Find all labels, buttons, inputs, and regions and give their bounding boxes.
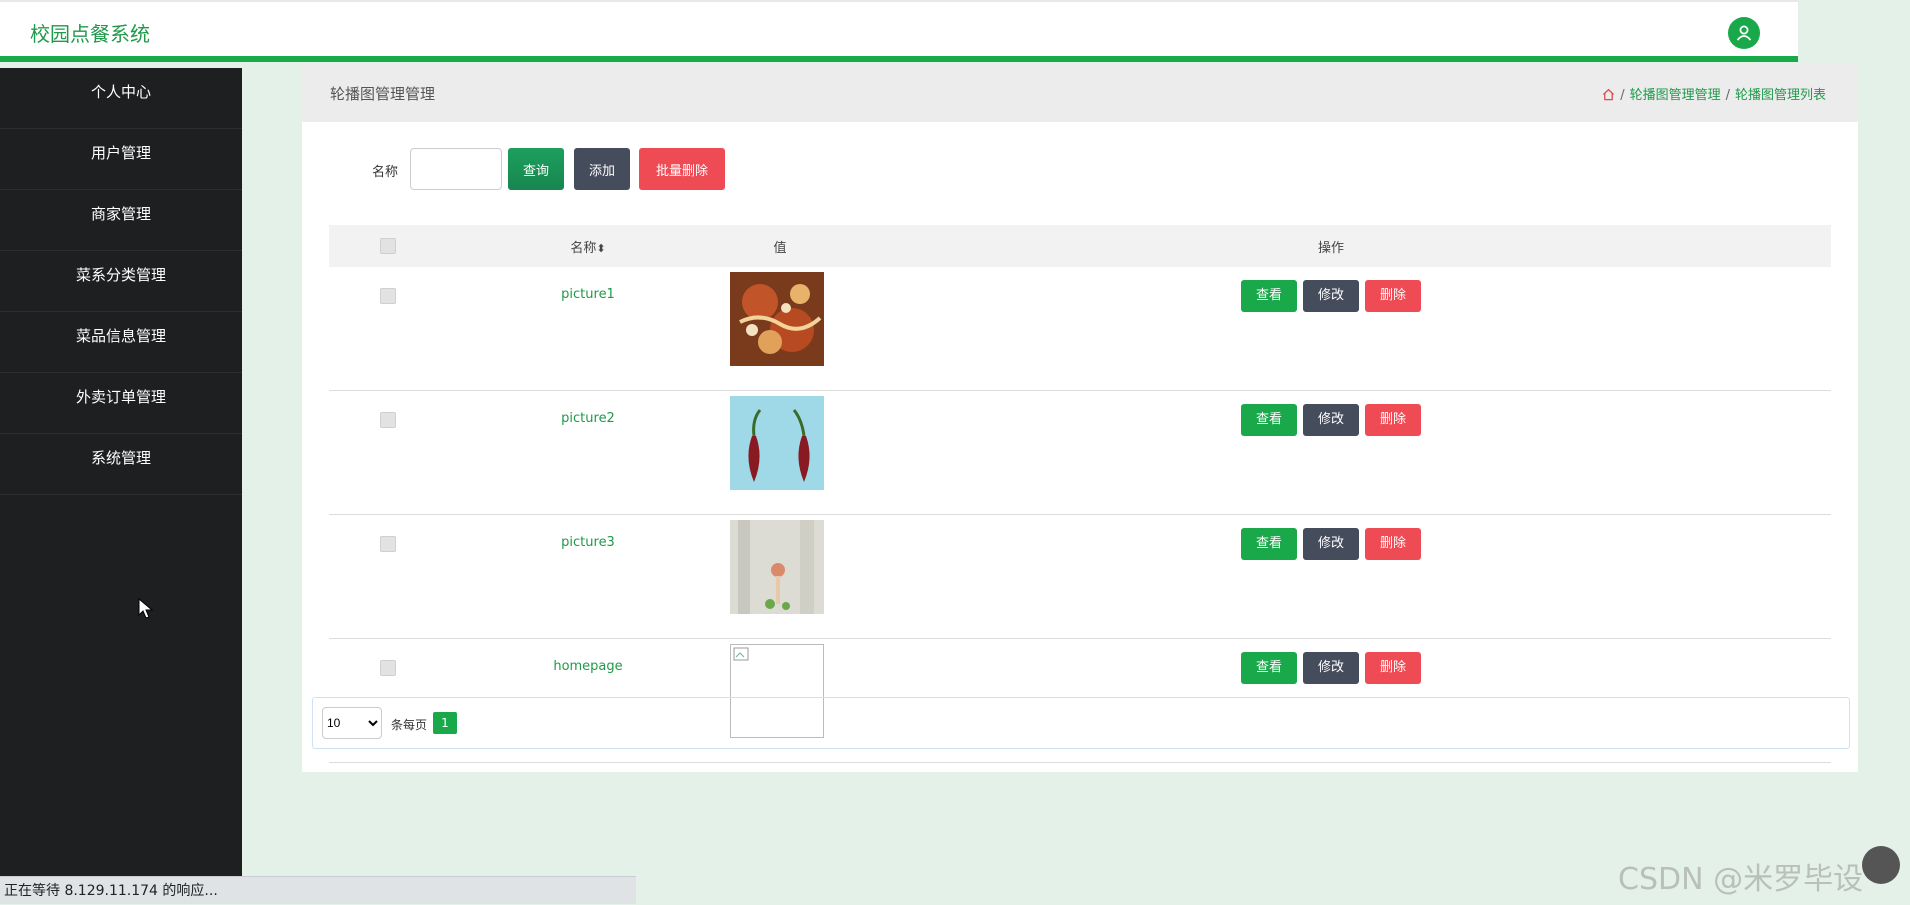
pagination: 10 条每页 1 [312, 697, 1850, 749]
top-bar: 校园点餐系统 [0, 0, 1798, 62]
sidebar-item-merchant-management[interactable]: 商家管理 [0, 190, 242, 251]
row-checkbox[interactable] [380, 660, 396, 676]
mouse-cursor-icon [138, 597, 154, 624]
table-row: picture3 查看 修改 删除 [329, 514, 1831, 639]
sidebar-item-cuisine-category[interactable]: 菜系分类管理 [0, 251, 242, 312]
row-checkbox-cell [329, 390, 447, 515]
row-name: picture2 [447, 390, 729, 515]
page-title: 轮播图管理管理 [330, 85, 436, 103]
row-checkbox-cell [329, 514, 447, 639]
sidebar-item-user-management[interactable]: 用户管理 [0, 129, 242, 190]
edit-button[interactable]: 修改 [1303, 280, 1359, 312]
edit-button[interactable]: 修改 [1303, 404, 1359, 436]
sidebar: 个人中心 用户管理 商家管理 菜系分类管理 菜品信息管理 外卖订单管理 系统管理 [0, 68, 242, 904]
delete-button[interactable]: 删除 [1365, 404, 1421, 436]
app-title: 校园点餐系统 [30, 22, 150, 46]
delete-button[interactable]: 删除 [1365, 528, 1421, 560]
delete-button[interactable]: 删除 [1365, 652, 1421, 684]
batch-delete-button[interactable]: 批量删除 [639, 148, 725, 190]
row-image-cell [729, 267, 831, 391]
sort-icon[interactable]: ⬍ [596, 242, 605, 255]
view-button[interactable]: 查看 [1241, 652, 1297, 684]
edit-button[interactable]: 修改 [1303, 528, 1359, 560]
edit-button[interactable]: 修改 [1303, 652, 1359, 684]
dessert-icon[interactable] [730, 520, 824, 614]
home-icon[interactable] [1602, 88, 1615, 105]
delete-button[interactable]: 删除 [1365, 280, 1421, 312]
row-actions: 查看 修改 删除 [831, 267, 1831, 391]
table-row: picture1 查看 修改 删除 [329, 267, 1831, 391]
add-button[interactable]: 添加 [574, 148, 630, 190]
table-row: picture2 查看 修改 删除 [329, 390, 1831, 515]
sidebar-item-system-management[interactable]: 系统管理 [0, 434, 242, 495]
row-checkbox[interactable] [380, 288, 396, 304]
row-name: picture1 [447, 267, 729, 391]
view-button[interactable]: 查看 [1241, 404, 1297, 436]
chili-icon[interactable] [730, 396, 824, 490]
browser-status-bar: 正在等待 8.129.11.174 的响应... [0, 876, 636, 904]
top-right-background [1798, 0, 1910, 62]
sidebar-item-takeout-orders[interactable]: 外卖订单管理 [0, 373, 242, 434]
row-actions: 查看 修改 删除 [831, 390, 1831, 515]
carousel-table: 名称⬍ 值 操作 picture1 查看 修改 删除 picture2 查看 修… [329, 225, 1831, 763]
breadcrumb-item-list[interactable]: 轮播图管理列表 [1735, 88, 1826, 103]
row-checkbox-cell [329, 267, 447, 391]
value-column-header: 值 [729, 225, 831, 267]
select-all-checkbox[interactable] [380, 237, 396, 254]
breadcrumb: / 轮播图管理管理 / 轮播图管理列表 [1602, 84, 1826, 105]
name-filter-input[interactable] [410, 148, 502, 190]
floating-circle-button[interactable] [1862, 846, 1900, 884]
view-button[interactable]: 查看 [1241, 528, 1297, 560]
row-image-cell [729, 514, 831, 639]
name-column-label: 名称 [570, 240, 597, 256]
sidebar-item-dish-info[interactable]: 菜品信息管理 [0, 312, 242, 373]
main-panel: 轮播图管理管理 / 轮播图管理管理 / 轮播图管理列表 名称 查询 添加 批量删除 名… [302, 64, 1858, 772]
page-size-select[interactable]: 10 [322, 707, 382, 739]
page-number-button[interactable]: 1 [433, 712, 457, 734]
name-filter-label: 名称 [372, 165, 399, 180]
breadcrumb-separator: / [1725, 88, 1730, 103]
table-header-row: 名称⬍ 值 操作 [329, 225, 1831, 267]
user-avatar-icon[interactable] [1728, 17, 1760, 49]
row-name: picture3 [447, 514, 729, 639]
breadcrumb-item-management[interactable]: 轮播图管理管理 [1630, 88, 1721, 103]
per-page-label: 条每页 [391, 718, 428, 732]
seafood-icon[interactable] [730, 272, 824, 366]
row-actions: 查看 修改 删除 [831, 514, 1831, 639]
sidebar-item-personal-center[interactable]: 个人中心 [0, 68, 242, 129]
watermark: CSDN @米罗毕设 [1618, 862, 1864, 897]
search-button[interactable]: 查询 [508, 148, 564, 190]
row-image-cell [729, 390, 831, 515]
view-button[interactable]: 查看 [1241, 280, 1297, 312]
row-checkbox[interactable] [380, 412, 396, 428]
name-column-header[interactable]: 名称⬍ [447, 225, 729, 267]
breadcrumb-separator: / [1620, 88, 1625, 103]
actions-column-header: 操作 [831, 225, 1831, 267]
select-all-header [329, 225, 447, 267]
page-header: 轮播图管理管理 / 轮播图管理管理 / 轮播图管理列表 [302, 64, 1858, 122]
row-checkbox[interactable] [380, 536, 396, 552]
